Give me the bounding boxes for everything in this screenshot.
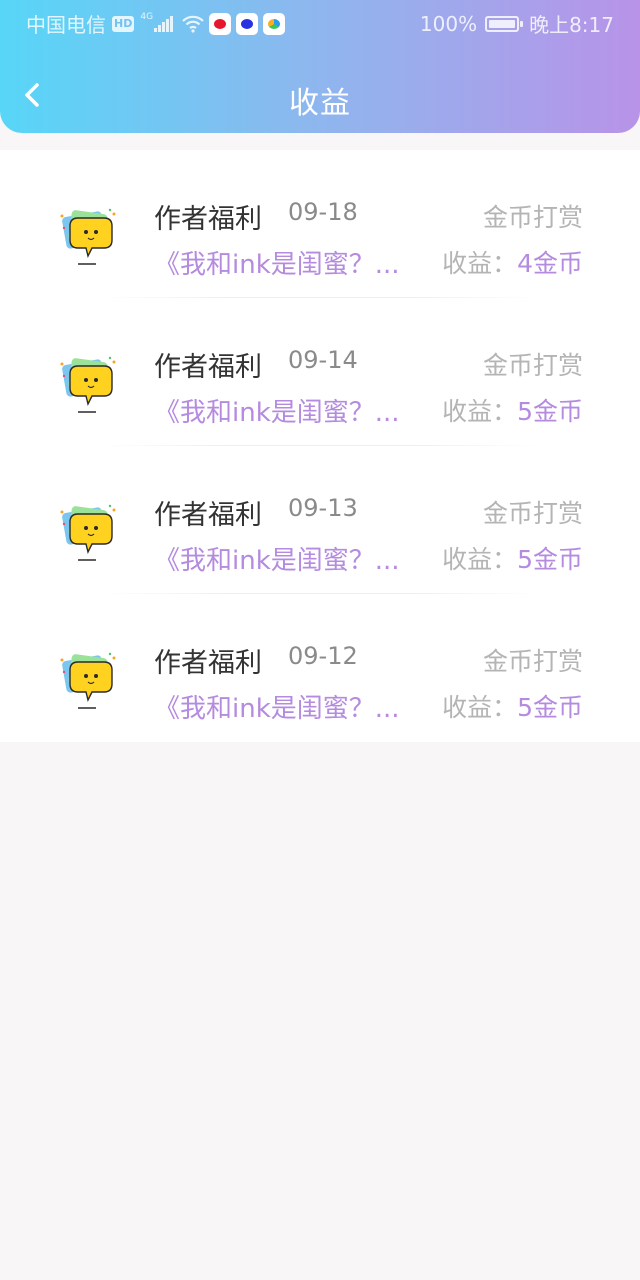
item-title: 作者福利 [154,204,262,235]
battery-icon [485,15,524,32]
baidu-icon [236,12,259,35]
carrier-label: 中国电信 [26,13,106,37]
item-date: 09-12 [288,642,358,670]
item-type: 金币打赏 [482,499,583,528]
item-type: 金币打赏 [482,351,583,380]
earning-label: 收益： [442,693,518,722]
avatar [60,504,116,561]
earning-amount: 收益：5金币 [442,688,583,724]
earning-label: 收益： [442,545,518,574]
clock: 晚上8:17 [529,13,614,37]
item-date: 09-14 [288,346,358,374]
page-title: 收益 [289,86,351,121]
earning-label: 收益： [442,397,518,426]
network-type-label: 4G [140,12,154,22]
item-type: 金币打赏 [482,203,583,232]
earning-amount: 收益：5金币 [442,540,583,576]
hd-badge: HD [112,15,135,32]
avatar [60,652,116,709]
list-item[interactable]: 作者福利 09-12 金币打赏 《我和ink是闺蜜？... 收益：5金币 [0,594,640,742]
status-bar: 中国电信 HD 4G 100% 晚上8:17 [0,0,640,44]
list-item[interactable]: 作者福利 09-18 金币打赏 《我和ink是闺蜜？... 收益：4金币 [0,150,640,298]
weibo-icon [209,12,232,35]
earning-value: 4金币 [517,249,583,278]
avatar [60,356,116,413]
item-title: 作者福利 [154,648,262,679]
earning-amount: 收益：5金币 [442,392,583,428]
earning-value: 5金币 [517,545,583,574]
book-title-link[interactable]: 《我和ink是闺蜜？... [154,540,420,577]
wifi-icon [182,15,204,33]
avatar [60,208,116,265]
list-item[interactable]: 作者福利 09-14 金币打赏 《我和ink是闺蜜？... 收益：5金币 [0,298,640,446]
list-item[interactable]: 作者福利 09-13 金币打赏 《我和ink是闺蜜？... 收益：5金币 [0,446,640,594]
book-title-link[interactable]: 《我和ink是闺蜜？... [154,244,420,281]
earning-value: 5金币 [517,397,583,426]
browser-icon [263,12,286,35]
item-date: 09-13 [288,494,358,522]
header-bar: 中国电信 HD 4G 100% 晚上8:17 收益 [0,0,640,133]
earnings-list: 作者福利 09-18 金币打赏 《我和ink是闺蜜？... 收益：4金币 作者福… [0,150,640,742]
item-title: 作者福利 [154,500,262,531]
battery-percent: 100% [419,11,478,36]
item-type: 金币打赏 [482,647,583,676]
earning-value: 5金币 [517,693,583,722]
earning-amount: 收益：4金币 [442,244,583,280]
item-date: 09-18 [288,198,358,226]
item-title: 作者福利 [154,352,262,383]
book-title-link[interactable]: 《我和ink是闺蜜？... [154,392,420,429]
earning-label: 收益： [442,249,518,278]
signal-icon [154,15,174,32]
book-title-link[interactable]: 《我和ink是闺蜜？... [154,688,420,725]
